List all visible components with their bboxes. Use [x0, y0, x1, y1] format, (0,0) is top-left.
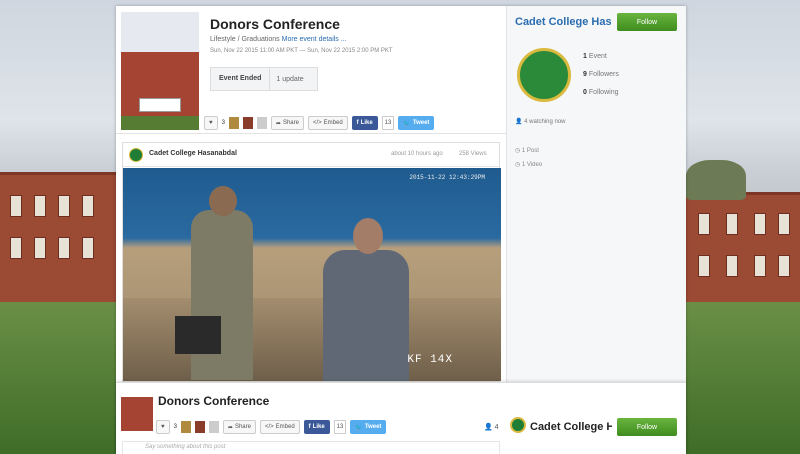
embed-label: Embed	[323, 120, 343, 126]
event-category: Lifestyle / Graduations More event detai…	[210, 36, 347, 43]
heart-icon: ♥	[209, 120, 213, 126]
briefcase	[175, 316, 221, 354]
embed-button[interactable]: </> Embed	[307, 116, 348, 130]
event-title: Donors Conference	[210, 16, 340, 32]
followers-stat[interactable]: 9 Followers	[583, 66, 619, 84]
heart-icon: ♥	[161, 424, 165, 430]
sticky-header: Donors Conference ♥ 3 ➦ Share </> Embed fL…	[116, 382, 686, 454]
event-dates: Sun, Nov 22 2015 11:00 AM PKT — Sun, Nov…	[210, 48, 393, 54]
person-left	[191, 210, 253, 380]
comment-input[interactable]: Say something about this post	[122, 441, 500, 454]
liker-avatar[interactable]	[242, 117, 253, 129]
share-button[interactable]: ➦ Share	[270, 116, 304, 130]
event-header: Donors Conference Lifestyle / Graduation…	[116, 6, 506, 134]
post-header: Cadet College Hasanabdal about 10 hours …	[123, 143, 499, 167]
sticky-like-button[interactable]: ♥	[156, 420, 170, 434]
background-building-left	[0, 172, 118, 302]
sticky-facebook-like-count: 13	[333, 420, 347, 434]
sticky-like-count: 3	[173, 424, 177, 430]
embed-icon: </>	[312, 120, 322, 126]
facebook-like-button[interactable]: f Like	[351, 116, 378, 130]
liker-avatar[interactable]	[228, 117, 239, 129]
sticky-watching: 👤 4	[484, 424, 499, 431]
liker-avatar[interactable]	[180, 421, 191, 433]
more-details-link[interactable]: More event details ...	[282, 36, 347, 43]
person-right	[323, 250, 409, 381]
facebook-icon: f	[356, 120, 359, 126]
event-ended-label: Event Ended	[211, 67, 271, 91]
sticky-action-bar: ♥ 3 ➦ Share </> Embed f Like 13 🐦 Tweet	[156, 420, 387, 434]
facebook-like-count: 13	[381, 116, 395, 130]
clock-icon: ◷	[515, 148, 522, 154]
sticky-facebook-like-button[interactable]: f Like	[303, 420, 330, 434]
sticky-embed-button[interactable]: </> Embed	[259, 420, 300, 434]
facebook-like-label: Like	[360, 120, 373, 126]
post-photo[interactable]: 2015-11-22 12:43:29PM KF 14X	[123, 168, 501, 381]
videos-count: ◷ 1 Video	[515, 162, 543, 168]
event-status-box: Event Ended 1 update	[210, 67, 318, 91]
camera-timestamp: 2015-11-22 12:43:29PM	[409, 174, 485, 181]
twitter-icon: 🐦	[355, 424, 363, 431]
watching-now: 👤 4 watching now	[515, 119, 566, 125]
like-button[interactable]: ♥	[204, 116, 218, 130]
post-time[interactable]: about 10 hours ago	[391, 151, 443, 157]
post-card: Cadet College Hasanabdal about 10 hours …	[122, 142, 501, 382]
liker-avatar[interactable]	[194, 421, 205, 433]
share-icon: ➦	[227, 424, 233, 431]
posts-count: ◷ 1 Post	[515, 148, 539, 154]
background-building-right	[686, 192, 800, 302]
user-icon: 👤	[484, 424, 495, 431]
facebook-icon: f	[308, 424, 311, 430]
post-author[interactable]: Cadet College Hasanabdal	[149, 150, 237, 157]
post-counts: ◷ 1 Post ◷ 1 Video	[515, 144, 542, 172]
author-avatar[interactable]	[129, 148, 143, 162]
twitter-icon: 🐦	[403, 120, 411, 127]
camera-label: KF 14X	[407, 354, 453, 366]
sticky-title: Donors Conference	[158, 394, 270, 408]
organizer-stats: 1 Event 9 Followers 0 Following	[583, 48, 619, 102]
user-icon: 👤	[515, 119, 525, 125]
post-views: 258 Views	[459, 151, 487, 157]
event-category-text: Lifestyle / Graduations	[210, 36, 280, 43]
like-count: 3	[221, 120, 225, 126]
events-stat[interactable]: 1 Event	[583, 48, 619, 66]
background-tree	[686, 160, 746, 200]
tweet-label: Tweet	[412, 120, 430, 126]
action-bar: ♥ 3 ➦ Share </> Embed f Like 13 🐦 Tweet	[116, 112, 506, 134]
share-icon: ➦	[275, 120, 281, 127]
tweet-button[interactable]: 🐦 Tweet	[398, 116, 435, 130]
liker-avatar[interactable]	[256, 117, 267, 129]
organizer-logo[interactable]	[517, 48, 571, 102]
updates-count[interactable]: 1 update	[270, 76, 309, 83]
sticky-share-button[interactable]: ➦ Share	[222, 420, 256, 434]
sticky-follow-button[interactable]: Follow	[617, 418, 677, 436]
follow-button[interactable]: Follow	[617, 13, 677, 31]
clock-icon: ◷	[515, 162, 522, 168]
liker-avatar[interactable]	[208, 421, 219, 433]
organizer-name[interactable]: Cadet College Hasanabdal	[515, 16, 611, 28]
share-label: Share	[282, 120, 299, 126]
following-stat[interactable]: 0 Following	[583, 84, 619, 102]
sticky-thumbnail[interactable]	[121, 397, 153, 431]
sticky-tweet-button[interactable]: 🐦 Tweet	[350, 420, 387, 434]
sticky-organizer-name[interactable]: Cadet College Hasanabdal	[512, 421, 612, 433]
embed-icon: </>	[264, 424, 274, 430]
